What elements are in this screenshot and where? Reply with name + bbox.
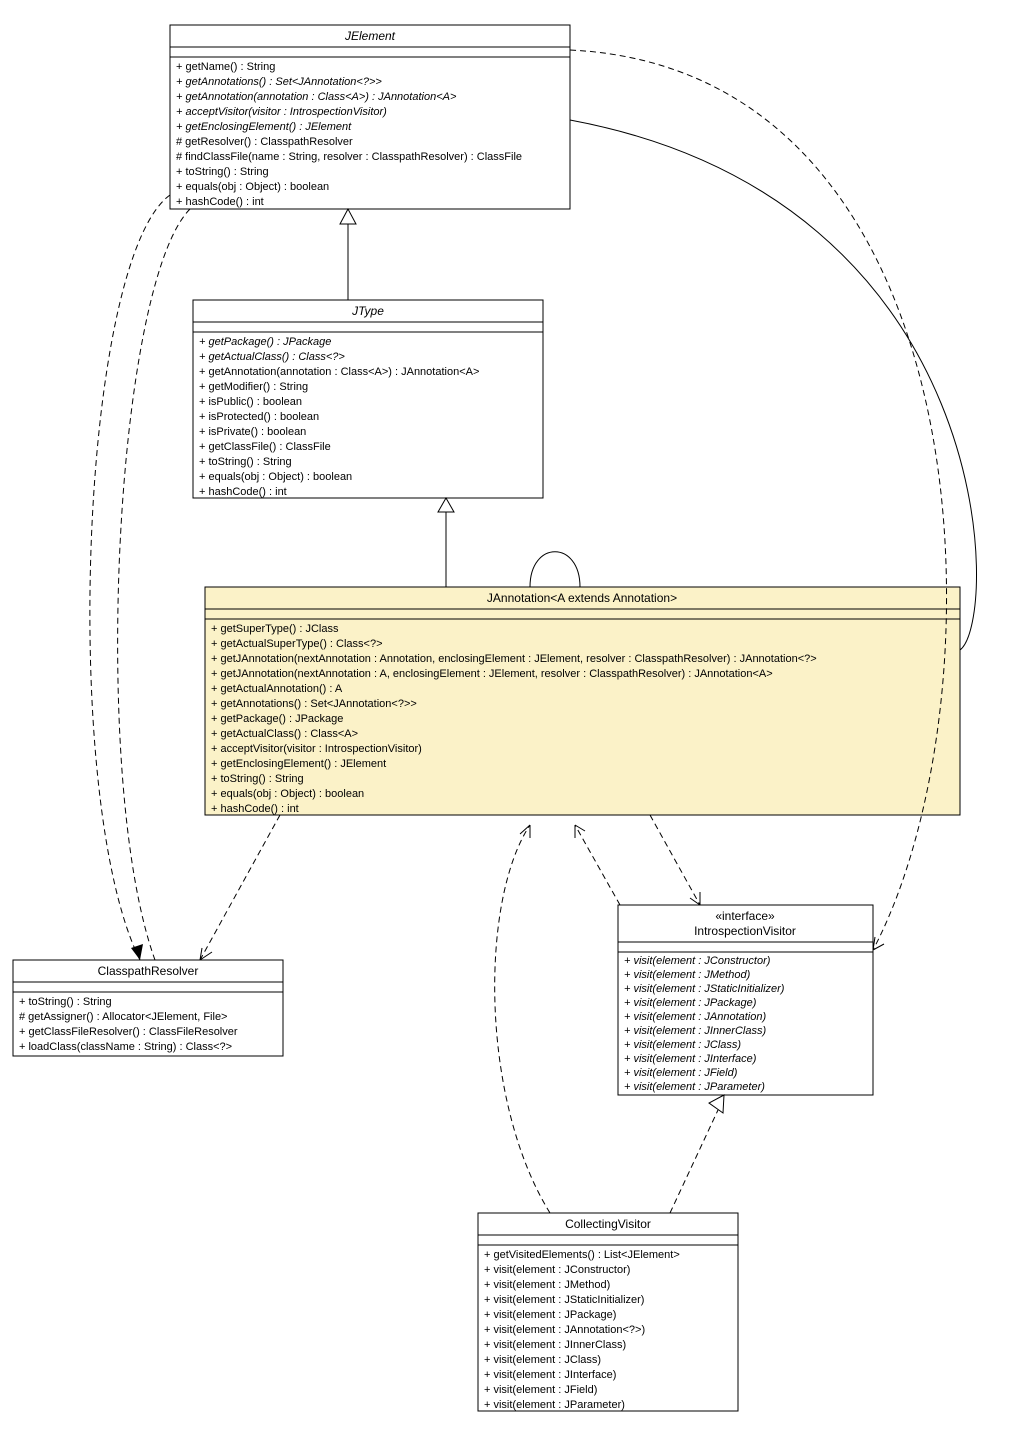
relation-JAnnotation-self [530, 552, 580, 587]
class-ClasspathResolver: ClasspathResolver + toString() : String … [13, 960, 283, 1056]
relation-JAnnotation-to-JElement [570, 120, 977, 650]
class-CollectingVisitor: CollectingVisitor + getVisitedElements()… [478, 1213, 738, 1411]
svg-text:+ toString() : String: + toString() : String [19, 996, 112, 1008]
class-title: ClasspathResolver [98, 964, 199, 978]
svg-text:+ getClassFileResolver() : Cla: + getClassFileResolver() : ClassFileReso… [19, 1026, 238, 1038]
relation-JAnnotation-uses-ClasspathResolver [200, 815, 280, 960]
svg-text:+ visit(element : JStaticIniti: + visit(element : JStaticInitializer) [624, 983, 785, 995]
relation-CollectingVisitor-uses-JAnnotation [495, 825, 550, 1213]
svg-text:+ toString() : String: + toString() : String [211, 773, 304, 785]
svg-text:+ getSuperType() : JClass: + getSuperType() : JClass [211, 623, 339, 635]
relation-JAnnotation-uses-IntrospectionVisitor [650, 815, 700, 905]
svg-text:+ visit(element : JClass): + visit(element : JClass) [484, 1354, 601, 1366]
svg-text:+ isPublic() : boolean: + isPublic() : boolean [199, 396, 302, 408]
svg-text:+ visit(element : JClass): + visit(element : JClass) [624, 1039, 741, 1051]
svg-text:+ visit(element : JInnerClass): + visit(element : JInnerClass) [484, 1339, 626, 1351]
svg-text:+ visit(element : JAnnotation<: + visit(element : JAnnotation<?>) [484, 1324, 645, 1336]
svg-text:+ isProtected() : boolean: + isProtected() : boolean [199, 411, 319, 423]
svg-text:+ getModifier() : String: + getModifier() : String [199, 381, 308, 393]
svg-text:+ getAnnotation(annotation : C: + getAnnotation(annotation : Class<A>) :… [176, 91, 457, 103]
svg-text:+ visit(element : JPackage): + visit(element : JPackage) [484, 1309, 616, 1321]
svg-text:+ loadClass(className : String: + loadClass(className : String) : Class<… [19, 1041, 232, 1053]
svg-text:+ isPrivate() : boolean: + isPrivate() : boolean [199, 426, 306, 438]
svg-text:# findClassFile(name : String,: # findClassFile(name : String, resolver … [176, 151, 522, 163]
svg-text:+ toString() : String: + toString() : String [199, 456, 292, 468]
uml-diagram: JElement + getName() : String + getAnnot… [0, 0, 1023, 1445]
class-title: JType [351, 304, 384, 318]
svg-text:+ hashCode() : int: + hashCode() : int [199, 486, 287, 498]
relation-JElement-uses-ClasspathResolver [90, 195, 170, 960]
svg-text:# getAssigner() : Allocator<JE: # getAssigner() : Allocator<JElement, Fi… [19, 1011, 227, 1023]
class-title: JElement [344, 29, 396, 43]
svg-text:+ visit(element : JConstructor: + visit(element : JConstructor) [484, 1264, 630, 1276]
svg-text:+ acceptVisitor(visitor : Intr: + acceptVisitor(visitor : IntrospectionV… [176, 106, 387, 118]
relation-JAnnotation-extends-JType [438, 498, 454, 587]
svg-text:+ getPackage() : JPackage: + getPackage() : JPackage [211, 713, 343, 725]
class-JAnnotation: JAnnotation<A extends Annotation> + getS… [205, 587, 960, 815]
svg-text:# getResolver() : ClasspathRes: # getResolver() : ClasspathResolver [176, 136, 353, 148]
svg-text:+ equals(obj : Object) : boole: + equals(obj : Object) : boolean [176, 181, 329, 193]
relation-IntrospectionVisitor-uses-JAnnotation [575, 825, 620, 905]
svg-text:+ visit(element : JAnnotation): + visit(element : JAnnotation) [624, 1011, 766, 1023]
svg-text:+ acceptVisitor(visitor : Intr: + acceptVisitor(visitor : IntrospectionV… [211, 743, 422, 755]
class-IntrospectionVisitor: «interface» IntrospectionVisitor + visit… [618, 905, 873, 1095]
svg-text:+ visit(element : JField): + visit(element : JField) [624, 1067, 738, 1079]
svg-text:+ getJAnnotation(nextAnnotatio: + getJAnnotation(nextAnnotation : Annota… [211, 653, 817, 665]
svg-text:+ getAnnotation(annotation : C: + getAnnotation(annotation : Class<A>) :… [199, 366, 479, 378]
svg-text:+ getEnclosingElement() : JEle: + getEnclosingElement() : JElement [176, 121, 352, 133]
svg-text:+ visit(element : JMethod): + visit(element : JMethod) [624, 969, 751, 981]
class-title: IntrospectionVisitor [694, 924, 796, 938]
svg-text:+ getEnclosingElement() : JEle: + getEnclosingElement() : JElement [211, 758, 386, 770]
svg-text:+ getActualClass() : Class<A>: + getActualClass() : Class<A> [211, 728, 358, 740]
svg-text:+ getJAnnotation(nextAnnotatio: + getJAnnotation(nextAnnotation : A, enc… [211, 668, 773, 680]
svg-text:+ getVisitedElements() : List<: + getVisitedElements() : List<JElement> [484, 1249, 680, 1261]
class-JElement: JElement + getName() : String + getAnnot… [170, 25, 570, 209]
class-stereotype: «interface» [715, 909, 775, 923]
svg-text:+ visit(element : JInterface): + visit(element : JInterface) [484, 1369, 616, 1381]
svg-text:+ hashCode() : int: + hashCode() : int [176, 196, 264, 208]
svg-text:+ getActualSuperType() : Class: + getActualSuperType() : Class<?> [211, 638, 383, 650]
svg-text:+ getAnnotations() : Set<JAnno: + getAnnotations() : Set<JAnnotation<?>> [176, 76, 382, 88]
svg-text:+ visit(element : JInnerClass): + visit(element : JInnerClass) [624, 1025, 766, 1037]
svg-text:+ getName() : String: + getName() : String [176, 61, 275, 73]
svg-text:+ getPackage() : JPackage: + getPackage() : JPackage [199, 336, 331, 348]
svg-text:+ visit(element : JPackage): + visit(element : JPackage) [624, 997, 757, 1009]
svg-text:+ hashCode() : int: + hashCode() : int [211, 803, 299, 815]
relation-CollectingVisitor-implements-IntrospectionVisitor [670, 1095, 724, 1213]
relation-JType-extends-JElement [340, 209, 356, 300]
svg-text:+ visit(element : JInterface): + visit(element : JInterface) [624, 1053, 757, 1065]
relation-JElement-uses-ClasspathResolver-2 [118, 209, 190, 960]
svg-text:+ visit(element : JParameter): + visit(element : JParameter) [624, 1081, 765, 1093]
svg-text:+ visit(element : JMethod): + visit(element : JMethod) [484, 1279, 610, 1291]
svg-text:+ visit(element : JField): + visit(element : JField) [484, 1384, 597, 1396]
svg-text:+ visit(element : JParameter): + visit(element : JParameter) [484, 1399, 625, 1411]
class-title: CollectingVisitor [565, 1217, 651, 1231]
svg-text:+ visit(element : JStaticIniti: + visit(element : JStaticInitializer) [484, 1294, 644, 1306]
svg-text:+ getClassFile() : ClassFile: + getClassFile() : ClassFile [199, 441, 331, 453]
class-JType: JType + getPackage() : JPackage + getAct… [193, 300, 543, 498]
svg-text:+ equals(obj : Object) : boole: + equals(obj : Object) : boolean [199, 471, 352, 483]
svg-text:+ getAnnotations() : Set<JAnno: + getAnnotations() : Set<JAnnotation<?>> [211, 698, 417, 710]
svg-text:+ getActualAnnotation() : A: + getActualAnnotation() : A [211, 683, 343, 695]
svg-text:+ toString() : String: + toString() : String [176, 166, 269, 178]
class-title: JAnnotation<A extends Annotation> [487, 591, 677, 605]
svg-text:+ equals(obj : Object) : boole: + equals(obj : Object) : boolean [211, 788, 364, 800]
svg-text:+ getActualClass() : Class<?>: + getActualClass() : Class<?> [199, 351, 345, 363]
svg-text:+ visit(element : JConstructor: + visit(element : JConstructor) [624, 955, 771, 967]
